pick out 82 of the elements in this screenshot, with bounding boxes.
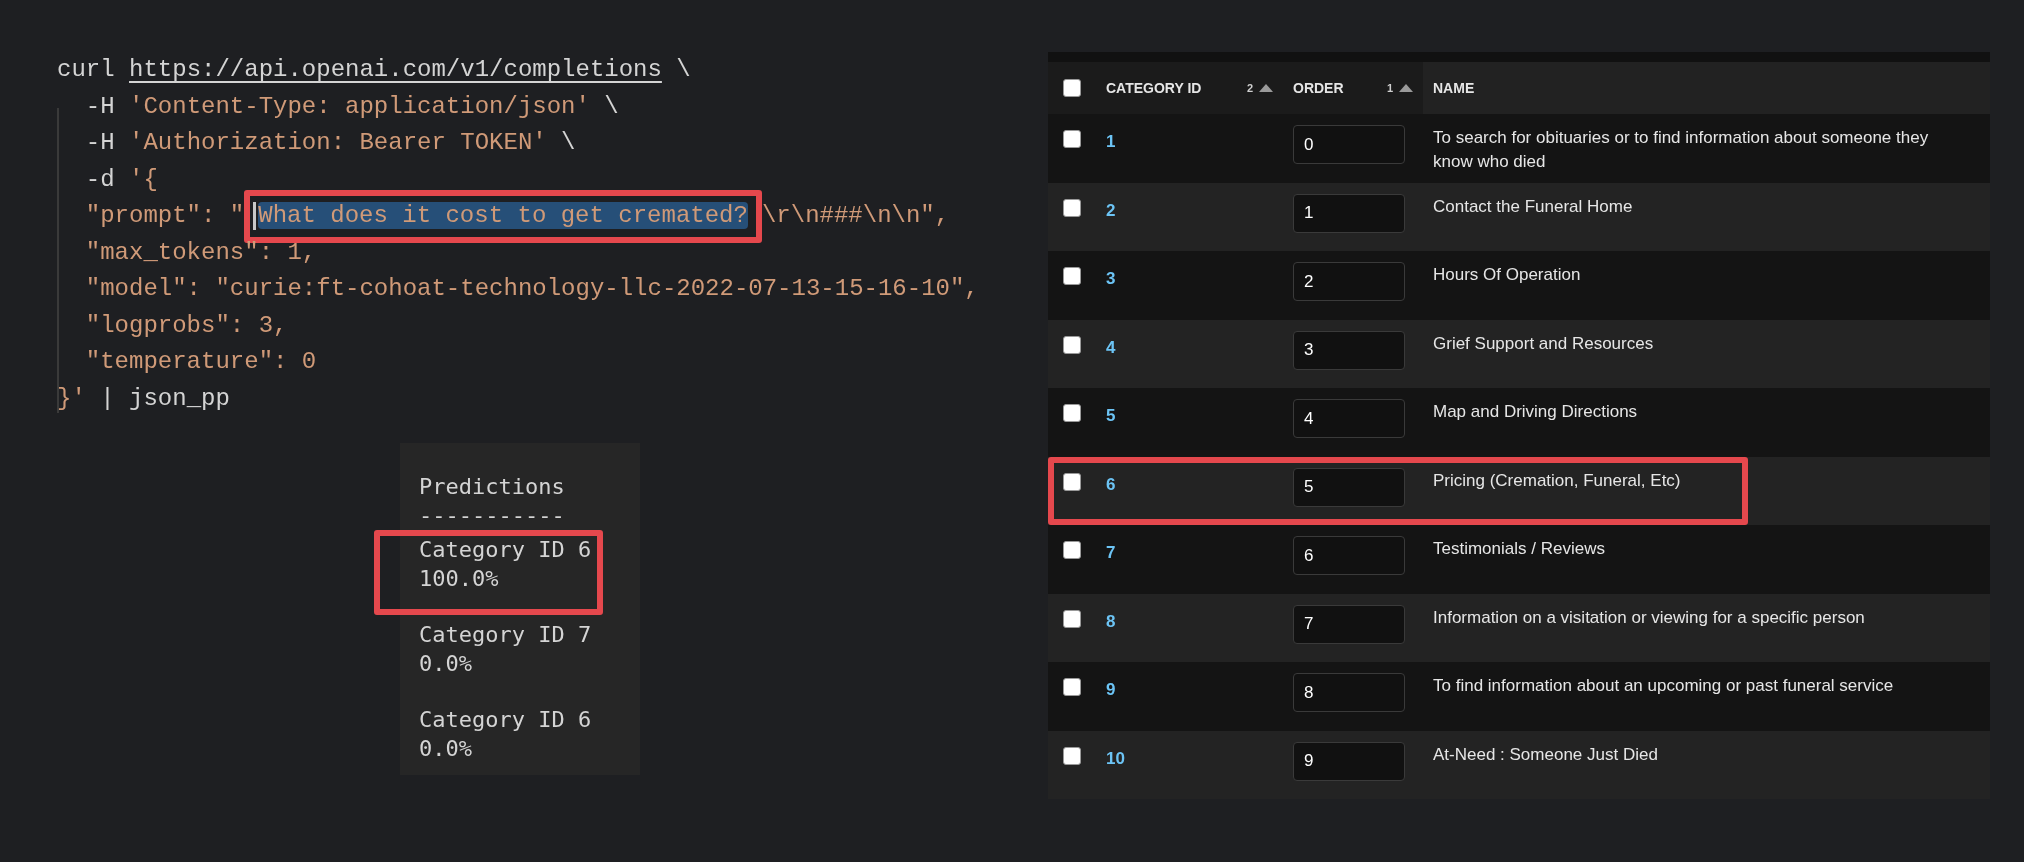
string-literal: "logprobs": 3, (84, 311, 288, 339)
checkbox[interactable] (1063, 746, 1081, 765)
code-text: \ (603, 92, 619, 120)
prediction-label: Category ID 7 (419, 621, 593, 649)
predictions-title: Predictions (419, 473, 566, 501)
checkbox[interactable] (1063, 79, 1081, 97)
code-text: | json_pp (99, 384, 230, 412)
category-id-link[interactable]: 10 (1106, 748, 1125, 768)
category-name: At-Need : Someone Just Died (1433, 744, 1658, 764)
prediction-label: Category ID 6 (419, 706, 593, 734)
column-header[interactable]: CATEGORY ID (1106, 77, 1202, 99)
table-row[interactable]: 4 3 Grief Support and Resources (1048, 319, 1990, 388)
category-id-link[interactable]: 8 (1106, 611, 1116, 631)
order-input[interactable]: 9 (1293, 741, 1405, 781)
string-literal: "prompt": " (84, 202, 245, 229)
order-input[interactable]: 6 (1293, 536, 1405, 575)
checkbox[interactable] (1063, 267, 1081, 285)
table-row[interactable]: 6 5 Pricing (Cremation, Funeral, Etc) (1048, 456, 1990, 525)
category-name: To find information about an upcoming or past funeral service (1433, 676, 1894, 695)
order-input[interactable]: 3 (1293, 330, 1405, 370)
prediction-value: 100.0% (419, 564, 500, 593)
sort-ascending-icon (1399, 84, 1413, 92)
column-header[interactable]: NAME (1433, 77, 1475, 99)
string-literal: 'Authorization: Bearer TOKEN' (129, 129, 547, 156)
checkbox[interactable] (1063, 541, 1081, 559)
category-name: Hours Of Operation (1433, 265, 1581, 284)
order-input[interactable]: 4 (1293, 399, 1405, 438)
prediction-value: 0.0% (419, 649, 473, 678)
sort-ascending-icon (1259, 84, 1273, 92)
table-row[interactable]: 10 9 At-Need : Someone Just Died (1048, 730, 1990, 799)
order-input[interactable]: 5 (1293, 467, 1405, 507)
code-text: -H (84, 92, 116, 120)
order-input[interactable]: 0 (1293, 125, 1405, 164)
title-underline: ----------- (419, 501, 566, 530)
string-literal: \r\n###\n\n", (761, 202, 950, 229)
sort-rank: 2 (1246, 80, 1253, 96)
code-text: \ (675, 56, 691, 83)
string-literal: "model": "curie:ft-cohoat-technology-llc-2022-07-13-15-16-10", (84, 275, 979, 302)
category-name: Information on a visitation or viewing for a specific person (1433, 607, 1865, 627)
category-id-link[interactable]: 4 (1106, 337, 1116, 357)
url-link[interactable]: https://api.openai.com/v1/completions (129, 56, 662, 83)
category-name: Pricing (Cremation, Funeral, Etc) (1433, 470, 1681, 490)
checkbox[interactable] (1063, 472, 1081, 491)
code-text: -d (84, 165, 116, 193)
checkbox[interactable] (1063, 609, 1081, 628)
selected-text: What does it cost to get cremated? (258, 202, 748, 229)
category-name: Testimonials / Reviews (1433, 539, 1605, 558)
category-name: Grief Support and Resources (1433, 333, 1654, 353)
checkbox[interactable] (1063, 335, 1081, 354)
order-input[interactable]: 2 (1293, 262, 1405, 301)
prediction-value: 0.0% (419, 734, 473, 763)
table-row[interactable]: 8 7 Information on a visitation or viewing for a specific person (1048, 593, 1990, 662)
column-header[interactable]: ORDER (1293, 77, 1344, 99)
checkbox[interactable] (1063, 130, 1081, 148)
checkbox[interactable] (1063, 404, 1081, 422)
order-input[interactable]: 1 (1293, 193, 1405, 233)
category-id-link[interactable]: 3 (1106, 269, 1116, 288)
order-input[interactable]: 7 (1293, 604, 1405, 644)
string-literal: "max_tokens": 1, (84, 238, 317, 266)
text-cursor (253, 202, 257, 230)
category-id-link[interactable]: 6 (1106, 474, 1116, 494)
category-name: Contact the Funeral Home (1433, 196, 1633, 216)
category-id-link[interactable]: 2 (1106, 200, 1116, 220)
prediction-label: Category ID 6 (419, 536, 593, 564)
checkbox[interactable] (1063, 198, 1081, 217)
code-text: -H (84, 129, 116, 156)
code-text: curl (57, 56, 116, 83)
checkbox[interactable] (1063, 678, 1081, 696)
category-name: To search for obituaries or to find information about someone they know who died (1433, 128, 1929, 171)
category-name: Map and Driving Directions (1433, 402, 1638, 421)
category-id-link[interactable]: 5 (1106, 406, 1116, 425)
string-literal: '{ (129, 165, 158, 193)
string-literal: }' (57, 384, 86, 412)
string-literal: "temperature": 0 (84, 348, 317, 375)
sort-rank: 1 (1386, 80, 1393, 96)
order-input[interactable]: 8 (1293, 673, 1405, 712)
code-text: \ (560, 129, 576, 156)
table-row[interactable]: 2 1 Contact the Funeral Home (1048, 182, 1990, 251)
category-id-link[interactable]: 9 (1106, 680, 1116, 699)
category-id-link[interactable]: 7 (1106, 543, 1116, 562)
category-id-link[interactable]: 1 (1106, 132, 1116, 151)
string-literal: 'Content-Type: application/json' (129, 92, 590, 120)
